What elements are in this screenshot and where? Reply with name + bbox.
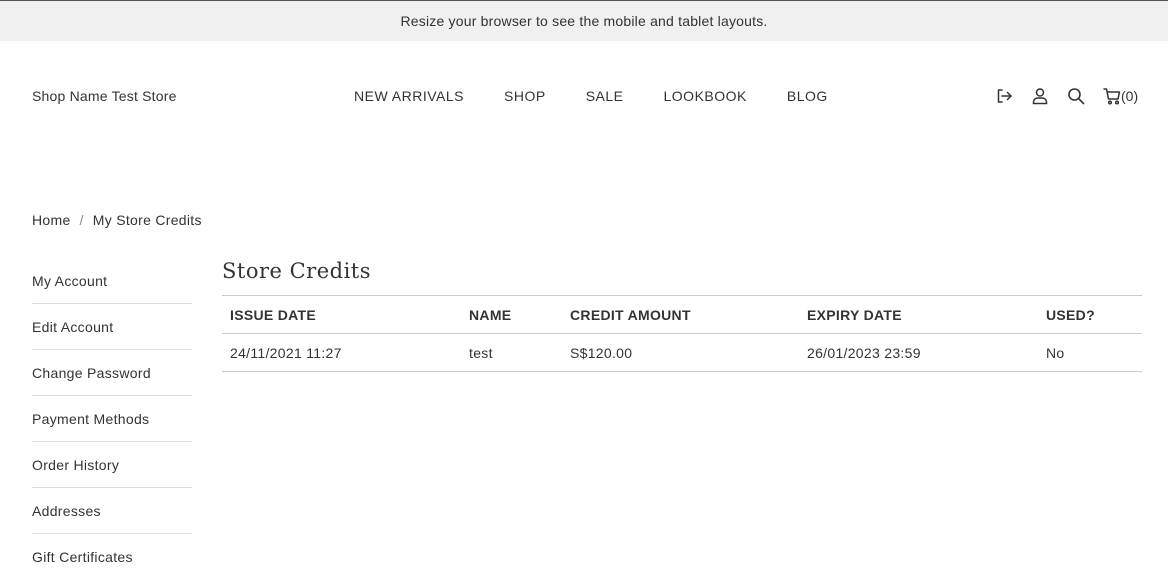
cart-icon [1103,87,1121,105]
nav-shop[interactable]: SHOP [504,86,546,106]
table-row: 24/11/2021 11:27 test S$120.00 26/01/202… [222,333,1142,372]
sidebar-item-gift-certificates[interactable]: Gift Certificates [32,534,192,579]
header-actions: (0) [995,85,1138,107]
account-sidebar: My Account Edit Account Change Password … [32,258,192,579]
cell-credit-amount: S$120.00 [562,333,799,372]
sidebar-item-change-password[interactable]: Change Password [32,350,192,396]
cell-used: No [1038,333,1142,372]
sidebar-item-order-history[interactable]: Order History [32,442,192,488]
breadcrumb: Home / My Store Credits [32,210,202,230]
column-header-used: USED? [1038,295,1142,334]
column-header-expiry-date: EXPIRY DATE [799,295,1038,334]
breadcrumb-separator: / [79,212,84,228]
sidebar-item-payment-methods[interactable]: Payment Methods [32,396,192,442]
page-title: Store Credits [222,259,372,283]
nav-lookbook[interactable]: LOOKBOOK [664,86,747,106]
cart-button[interactable]: (0) [1103,87,1138,105]
cart-count: (0) [1121,88,1139,104]
nav-new-arrivals[interactable]: NEW ARRIVALS [354,86,464,106]
column-header-name: NAME [461,295,562,334]
cell-name: test [461,333,562,372]
column-header-credit-amount: CREDIT AMOUNT [562,295,799,334]
column-header-issue-date: ISSUE DATE [222,295,461,334]
nav-sale[interactable]: SALE [586,86,624,106]
sidebar-item-addresses[interactable]: Addresses [32,488,192,534]
sidebar-item-edit-account[interactable]: Edit Account [32,304,192,350]
sidebar-item-my-account[interactable]: My Account [32,258,192,304]
nav-blog[interactable]: BLOG [787,86,828,106]
breadcrumb-current: My Store Credits [92,212,202,228]
main-content: Store Credits ISSUE DATE NAME CREDIT AMO… [222,256,1142,372]
search-icon[interactable] [1067,87,1085,105]
table-header-row: ISSUE DATE NAME CREDIT AMOUNT EXPIRY DAT… [222,295,1142,334]
announcement-text: Resize your browser to see the mobile an… [400,13,768,29]
cell-issue-date: 24/11/2021 11:27 [222,333,461,372]
logout-icon[interactable] [995,87,1013,105]
user-icon[interactable] [1031,87,1049,105]
breadcrumb-home[interactable]: Home [32,212,71,228]
main-nav: NEW ARRIVALS SHOP SALE LOOKBOOK BLOG [354,86,828,106]
cell-expiry-date: 26/01/2023 23:59 [799,333,1038,372]
announcement-bar: Resize your browser to see the mobile an… [0,0,1168,41]
shop-logo-link[interactable]: Shop Name Test Store [32,86,177,106]
store-credits-table: ISSUE DATE NAME CREDIT AMOUNT EXPIRY DAT… [222,295,1142,372]
